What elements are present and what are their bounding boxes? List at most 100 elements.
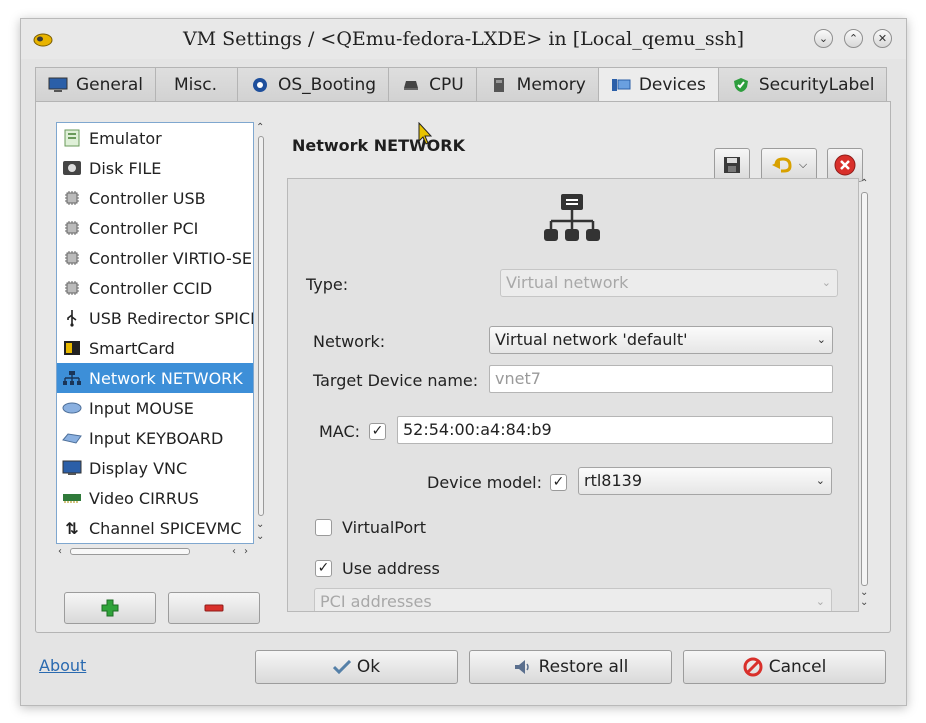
- list-item[interactable]: Emulator: [57, 123, 253, 153]
- undo-icon: [771, 157, 792, 173]
- cancel-button[interactable]: Cancel: [683, 650, 886, 684]
- network-select[interactable]: Virtual network 'default' ⌄: [489, 326, 833, 354]
- mouse-cursor-icon: [418, 122, 432, 145]
- list-item-label: Input MOUSE: [89, 398, 194, 418]
- scrollbar-thumb[interactable]: [258, 136, 264, 516]
- maximize-button[interactable]: ⌃: [844, 29, 863, 48]
- virtualport-checkbox[interactable]: [315, 519, 332, 536]
- mouse-icon: [61, 399, 83, 417]
- chevron-down-icon: ⌄: [821, 276, 831, 289]
- save-button[interactable]: [714, 148, 750, 182]
- mac-checkbox[interactable]: ✓: [369, 423, 386, 440]
- target-device-field[interactable]: vnet7: [489, 365, 833, 393]
- tab-memory[interactable]: Memory: [475, 67, 598, 101]
- mac-label: MAC:: [319, 422, 361, 441]
- mac-field[interactable]: 52:54:00:a4:84:b9: [397, 416, 833, 444]
- list-item-label: Controller VIRTIO-SE: [89, 248, 252, 268]
- scroll-left-icon[interactable]: ‹: [232, 547, 236, 557]
- close-window-button[interactable]: ✕: [873, 29, 892, 48]
- about-link[interactable]: About: [39, 656, 86, 675]
- scroll-down-icon[interactable]: ⌄: [256, 520, 264, 530]
- scroll-up-icon[interactable]: ⌃: [256, 123, 264, 133]
- tab-cpu[interactable]: CPU: [388, 67, 476, 101]
- emulator-icon: [61, 129, 83, 147]
- network-label: Network:: [313, 332, 386, 351]
- usb-icon: [61, 309, 83, 327]
- device-model-checkbox[interactable]: ✓: [550, 474, 567, 491]
- scroll-down-icon[interactable]: ⌄: [256, 532, 264, 542]
- list-item[interactable]: USB Redirector SPICE: [57, 303, 253, 333]
- list-item[interactable]: Video CIRRUS: [57, 483, 253, 513]
- add-device-button[interactable]: [64, 592, 156, 624]
- remove-device-button[interactable]: [168, 592, 260, 624]
- list-item[interactable]: SmartCard: [57, 333, 253, 363]
- scroll-left-icon[interactable]: ‹: [58, 547, 62, 557]
- network-icon: [61, 369, 83, 387]
- check-icon: [332, 660, 351, 674]
- tab-misc[interactable]: Misc.: [155, 67, 237, 101]
- list-item[interactable]: Display VNC: [57, 453, 253, 483]
- list-item[interactable]: Controller CCID: [57, 273, 253, 303]
- list-item-label: SmartCard: [89, 338, 175, 358]
- tab-devices[interactable]: Devices: [597, 67, 718, 102]
- chevron-down-icon: ⌄: [818, 32, 829, 45]
- list-item-label: Controller PCI: [89, 218, 199, 238]
- list-item[interactable]: Disk FILE: [57, 153, 253, 183]
- list-item-label: Controller USB: [89, 188, 206, 208]
- chevron-down-icon: ⌄: [816, 333, 826, 346]
- network-icon: [544, 194, 600, 241]
- scrollbar-thumb[interactable]: [861, 192, 868, 586]
- delete-device-button[interactable]: [827, 148, 863, 182]
- list-item-label: Network NETWORK: [89, 368, 243, 388]
- scrollbar-thumb[interactable]: [70, 548, 190, 555]
- devices-panel: Emulator Disk FILE Controller USB Contro…: [35, 101, 891, 633]
- display-icon: [61, 459, 83, 477]
- device-title: Network NETWORK: [292, 136, 465, 155]
- plus-icon: [101, 599, 119, 617]
- chip-icon: [61, 279, 83, 297]
- title-bar[interactable]: VM Settings / <QEmu-fedora-LXDE> in [Loc…: [21, 19, 906, 59]
- chevron-up-icon: ⌃: [848, 32, 859, 45]
- list-item[interactable]: Controller VIRTIO-SE: [57, 243, 253, 273]
- device-list[interactable]: Emulator Disk FILE Controller USB Contro…: [56, 122, 254, 544]
- tab-os-booting[interactable]: OS_Booting: [237, 67, 389, 101]
- tab-label: OS_Booting: [278, 74, 377, 95]
- form-scrollbar[interactable]: ⌃ ⌄ ⌄: [859, 178, 871, 612]
- chevron-down-icon: ⌵: [798, 158, 808, 171]
- list-item[interactable]: ⇅ Channel SPICEVMC: [57, 513, 253, 543]
- device-list-vertical-scrollbar[interactable]: ⌃ ⌄ ⌄: [255, 122, 267, 546]
- device-model-select[interactable]: rtl8139 ⌄: [578, 467, 832, 495]
- device-list-horizontal-scrollbar[interactable]: ‹ ‹ ›: [58, 546, 254, 558]
- list-item-label: Channel SPICEVMC: [89, 518, 242, 538]
- scroll-up-icon[interactable]: ⌃: [860, 179, 868, 189]
- chevron-down-icon: ⌄: [815, 595, 825, 608]
- list-item-label: Video CIRRUS: [89, 488, 199, 508]
- keyboard-icon: [61, 429, 83, 447]
- restore-all-button[interactable]: Restore all: [469, 650, 672, 684]
- ok-button-label: Ok: [356, 657, 381, 677]
- address-type-select[interactable]: PCI addresses ⌄: [314, 588, 832, 611]
- virtualport-label: VirtualPort: [342, 518, 426, 537]
- use-address-checkbox[interactable]: ✓: [315, 560, 332, 577]
- list-item[interactable]: Network NETWORK: [57, 363, 253, 393]
- chip-icon: [61, 219, 83, 237]
- scroll-right-icon[interactable]: ›: [244, 547, 248, 557]
- disk-icon: [61, 159, 83, 177]
- list-item[interactable]: Input KEYBOARD: [57, 423, 253, 453]
- revert-menu-button[interactable]: ⌵: [761, 148, 817, 182]
- list-item[interactable]: Input MOUSE: [57, 393, 253, 423]
- device-model-value: rtl8139: [584, 471, 643, 490]
- tab-general[interactable]: General: [35, 67, 155, 101]
- list-item[interactable]: Controller USB: [57, 183, 253, 213]
- tab-security-label[interactable]: SecurityLabel: [717, 67, 888, 101]
- minimize-button[interactable]: ⌄: [814, 29, 833, 48]
- chevron-down-icon: ⌄: [815, 474, 825, 487]
- settings-tabs: General Misc. OS_Booting CPU Memory Devi…: [35, 67, 888, 102]
- scroll-down-icon[interactable]: ⌄: [860, 598, 868, 608]
- list-item[interactable]: Controller PCI: [57, 213, 253, 243]
- type-select[interactable]: Virtual network ⌄: [500, 269, 838, 297]
- channel-icon: ⇅: [65, 518, 79, 538]
- tab-label: CPU: [429, 74, 464, 95]
- ok-button[interactable]: Ok: [255, 650, 458, 684]
- save-icon: [724, 157, 740, 173]
